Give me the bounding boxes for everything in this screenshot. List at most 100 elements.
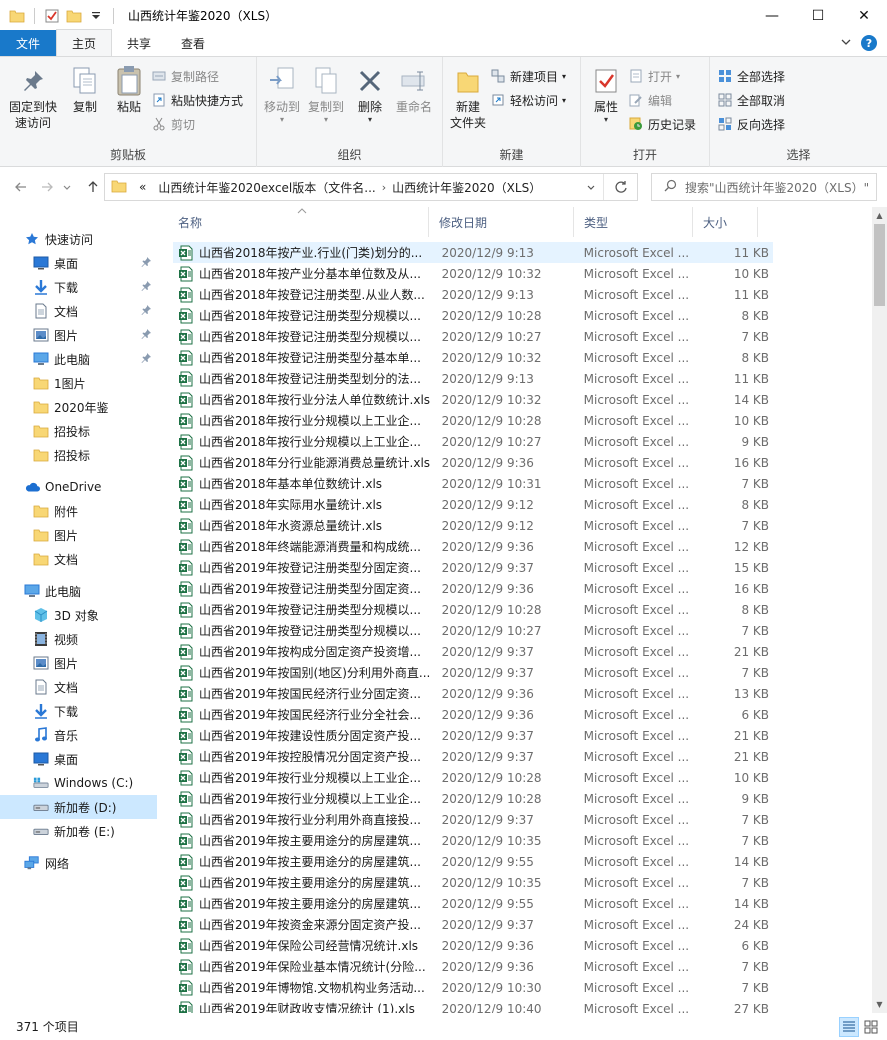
file-row[interactable]: 山西省2018年按登记注册类型分规模以... 2020/12/9 10:27 Mic…: [173, 326, 773, 347]
invert-selection-button[interactable]: 反向选择: [717, 113, 789, 135]
nav-item[interactable]: 文档: [0, 299, 157, 323]
file-row[interactable]: 山西省2019年财政收支情况统计 (1).xls 2020/12/9 10:40 M…: [173, 998, 773, 1013]
new-folder-icon[interactable]: [65, 7, 83, 25]
paste-shortcut-button[interactable]: 粘贴快捷方式: [151, 89, 247, 111]
scroll-up-arrow-icon[interactable]: ▲: [872, 207, 887, 224]
nav-item[interactable]: 文档: [0, 547, 157, 571]
file-row[interactable]: 山西省2019年按国民经济行业分全社会... 2020/12/9 9:36 Micr…: [173, 704, 773, 725]
customize-qat-icon[interactable]: [87, 7, 105, 25]
history-button[interactable]: 历史记录: [628, 113, 700, 135]
nav-item[interactable]: 桌面: [0, 251, 157, 275]
up-arrow-icon[interactable]: [82, 176, 104, 198]
file-row[interactable]: 山西省2019年按构成分固定资产投资增... 2020/12/9 9:37 Micr…: [173, 641, 773, 662]
nav-item[interactable]: 3D 对象: [0, 603, 157, 627]
nav-item[interactable]: 招投标: [0, 443, 157, 467]
breadcrumb-current[interactable]: 山西统计年鉴2020（XLS）: [386, 179, 547, 196]
recent-chevron-down-icon[interactable]: [60, 176, 74, 198]
file-row[interactable]: 山西省2019年按主要用途分的房屋建筑... 2020/12/9 9:55 Micr…: [173, 893, 773, 914]
address-bar[interactable]: « 山西统计年鉴2020excel版本（文件名... › 山西统计年鉴2020（…: [104, 173, 638, 201]
tab-share[interactable]: 共享: [112, 30, 166, 56]
file-row[interactable]: 山西省2018年实际用水量统计.xls 2020/12/9 9:12 Microso…: [173, 494, 773, 515]
file-row[interactable]: 山西省2018年基本单位数统计.xls 2020/12/9 10:31 Micros…: [173, 473, 773, 494]
nav-item[interactable]: OneDrive: [0, 475, 157, 499]
select-all-button[interactable]: 全部选择: [717, 65, 789, 87]
file-row[interactable]: 山西省2018年水资源总量统计.xls 2020/12/9 9:12 Microso…: [173, 515, 773, 536]
file-row[interactable]: 山西省2019年按主要用途分的房屋建筑... 2020/12/9 9:55 Micr…: [173, 851, 773, 872]
column-size[interactable]: 大小: [693, 207, 758, 237]
details-view-icon[interactable]: [839, 1017, 859, 1037]
tab-view[interactable]: 查看: [166, 30, 220, 56]
help-button[interactable]: ?: [861, 35, 877, 51]
file-row[interactable]: 山西省2019年按登记注册类型分固定资... 2020/12/9 9:36 Micr…: [173, 578, 773, 599]
breadcrumb-parent[interactable]: 山西统计年鉴2020excel版本（文件名...: [152, 179, 381, 196]
file-row[interactable]: 山西省2019年保险业基本情况统计(分险... 2020/12/9 9:36 Mic…: [173, 956, 773, 977]
forward-arrow-icon[interactable]: [36, 176, 58, 198]
file-row[interactable]: 山西省2018年按行业分规模以上工业企... 2020/12/9 10:28 Mic…: [173, 410, 773, 431]
nav-item[interactable]: 图片: [0, 323, 157, 347]
nav-item[interactable]: 图片: [0, 523, 157, 547]
nav-item[interactable]: Windows (C:): [0, 771, 157, 795]
column-date[interactable]: 修改日期: [429, 207, 574, 237]
vertical-scrollbar[interactable]: ▲ ▼: [872, 207, 887, 1013]
column-name[interactable]: 名称: [160, 207, 429, 237]
nav-item[interactable]: 新加卷 (D:): [0, 795, 157, 819]
nav-item[interactable]: 音乐: [0, 723, 157, 747]
file-row[interactable]: 山西省2019年保险公司经营情况统计.xls 2020/12/9 9:36 Micr…: [173, 935, 773, 956]
file-row[interactable]: 山西省2019年按行业分规模以上工业企... 2020/12/9 10:28 Mic…: [173, 788, 773, 809]
properties-check-icon[interactable]: [43, 7, 61, 25]
maximize-button[interactable]: ☐: [795, 0, 841, 31]
scrollbar-thumb[interactable]: [874, 224, 885, 306]
file-row[interactable]: 山西省2019年按主要用途分的房屋建筑... 2020/12/9 10:35 Mic…: [173, 872, 773, 893]
refresh-icon[interactable]: [603, 174, 637, 200]
nav-item[interactable]: 网络: [0, 851, 157, 875]
nav-item[interactable]: 下载: [0, 275, 157, 299]
minimize-button[interactable]: —: [749, 0, 795, 31]
column-type[interactable]: 类型: [574, 207, 693, 237]
file-row[interactable]: 山西省2019年按控股情况分固定资产投... 2020/12/9 9:37 Micr…: [173, 746, 773, 767]
nav-item[interactable]: 此电脑: [0, 579, 157, 603]
file-row[interactable]: 山西省2018年按产业分基本单位数及从... 2020/12/9 10:32 Mic…: [173, 263, 773, 284]
file-row[interactable]: 山西省2019年按建设性质分固定资产投... 2020/12/9 9:37 Micr…: [173, 725, 773, 746]
file-row[interactable]: 山西省2019年按登记注册类型分规模以... 2020/12/9 10:27 Mic…: [173, 620, 773, 641]
file-row[interactable]: 山西省2019年按国民经济行业分固定资... 2020/12/9 9:36 Micr…: [173, 683, 773, 704]
easy-access-button[interactable]: 轻松访问 ▾: [490, 89, 570, 111]
file-row[interactable]: 山西省2019年博物馆.文物机构业务活动... 2020/12/9 10:30 Mi…: [173, 977, 773, 998]
tab-home[interactable]: 主页: [56, 29, 113, 56]
nav-item[interactable]: 快速访问: [0, 227, 157, 251]
scroll-down-arrow-icon[interactable]: ▼: [872, 996, 887, 1013]
file-row[interactable]: 山西省2019年按行业分规模以上工业企... 2020/12/9 10:28 Mic…: [173, 767, 773, 788]
file-row[interactable]: 山西省2019年按行业分利用外商直接投... 2020/12/9 9:37 Micr…: [173, 809, 773, 830]
file-row[interactable]: 山西省2019年按资金来源分固定资产投... 2020/12/9 9:37 Micr…: [173, 914, 773, 935]
nav-item[interactable]: 1图片: [0, 371, 157, 395]
nav-item[interactable]: 下载: [0, 699, 157, 723]
nav-item[interactable]: 招投标: [0, 419, 157, 443]
nav-item[interactable]: 此电脑: [0, 347, 157, 371]
tab-file[interactable]: 文件: [0, 30, 57, 56]
address-history-chevron-down-icon[interactable]: [581, 174, 601, 200]
file-row[interactable]: 山西省2018年按登记注册类型.从业人数... 2020/12/9 9:13 Mic…: [173, 284, 773, 305]
file-row[interactable]: 山西省2018年按登记注册类型分规模以... 2020/12/9 10:28 Mic…: [173, 305, 773, 326]
nav-item[interactable]: 2020年鉴: [0, 395, 157, 419]
nav-item[interactable]: 新加卷 (E:): [0, 819, 157, 843]
large-icons-view-icon[interactable]: [861, 1017, 881, 1037]
nav-item[interactable]: 附件: [0, 499, 157, 523]
back-arrow-icon[interactable]: [10, 176, 32, 198]
file-row[interactable]: 山西省2018年按登记注册类型分基本单... 2020/12/9 10:32 Mic…: [173, 347, 773, 368]
collapse-ribbon-chevron-icon[interactable]: [841, 36, 851, 50]
new-item-button[interactable]: 新建项目 ▾: [490, 65, 570, 87]
file-row[interactable]: 山西省2019年按国别(地区)分利用外商直... 2020/12/9 9:37 Mi…: [173, 662, 773, 683]
file-row[interactable]: 山西省2018年分行业能源消费总量统计.xls 2020/12/9 9:36 Mic…: [173, 452, 773, 473]
close-button[interactable]: ✕: [841, 0, 887, 31]
copy-path-button[interactable]: 复制路径: [151, 65, 247, 87]
nav-item[interactable]: 图片: [0, 651, 157, 675]
address-overflow[interactable]: «: [133, 180, 152, 194]
file-row[interactable]: 山西省2018年按行业分规模以上工业企... 2020/12/9 10:27 Mic…: [173, 431, 773, 452]
nav-item[interactable]: 视频: [0, 627, 157, 651]
file-row[interactable]: 山西省2018年按行业分法人单位数统计.xls 2020/12/9 10:32 Mi…: [173, 389, 773, 410]
file-row[interactable]: 山西省2019年按登记注册类型分规模以... 2020/12/9 10:28 Mic…: [173, 599, 773, 620]
edit-button[interactable]: 编辑: [628, 89, 700, 111]
cut-button[interactable]: 剪切: [151, 113, 247, 135]
file-row[interactable]: 山西省2018年按产业.行业(门类)划分的... 2020/12/9 9:13 Mi…: [173, 242, 773, 263]
file-row[interactable]: 山西省2019年按主要用途分的房屋建筑... 2020/12/9 10:35 Mic…: [173, 830, 773, 851]
open-button[interactable]: 打开 ▾: [628, 65, 700, 87]
